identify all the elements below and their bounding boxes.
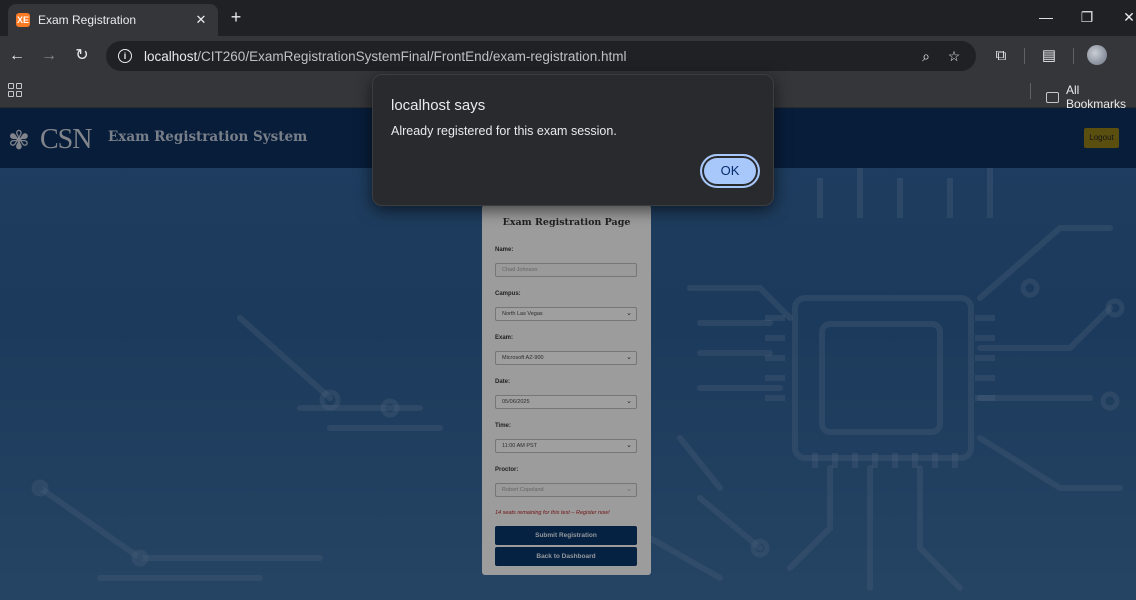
alert-dialog: localhost says Already registered for th… — [372, 74, 774, 206]
window-close-icon[interactable]: ✕ — [1117, 6, 1136, 28]
url-text: localhost/CIT260/ExamRegistrationSystemF… — [144, 48, 627, 64]
toolbar-divider — [1073, 48, 1074, 64]
browser-tab[interactable]: XE Exam Registration ✕ — [8, 4, 218, 36]
avatar[interactable] — [1087, 45, 1107, 65]
all-bookmarks-label: All Bookmarks — [1065, 83, 1126, 111]
address-bar[interactable]: i localhost/CIT260/ExamRegistrationSyste… — [106, 41, 976, 71]
back-arrow-icon[interactable]: ← — [5, 44, 29, 68]
zoom-icon[interactable]: ⌕ — [916, 46, 936, 66]
all-bookmarks-button[interactable]: All Bookmarks — [1046, 83, 1136, 111]
site-info-icon[interactable]: i — [118, 49, 132, 63]
close-icon[interactable]: ✕ — [192, 12, 210, 28]
plus-icon[interactable]: + — [226, 6, 246, 28]
tab-title: Exam Registration — [38, 13, 137, 27]
star-icon[interactable]: ☆ — [944, 46, 964, 66]
tab-strip: XE Exam Registration ✕ + — ❐ ✕ — [0, 0, 1136, 36]
reload-icon[interactable]: ↻ — [70, 44, 94, 68]
dialog-title: localhost says — [391, 97, 486, 114]
forward-arrow-icon[interactable]: → — [37, 44, 61, 68]
restore-icon[interactable]: ❐ — [1075, 6, 1099, 28]
bookmarks-divider — [1030, 83, 1031, 99]
extensions-icon[interactable]: ⧉ — [989, 44, 1013, 68]
tab-favicon-icon: XE — [16, 13, 30, 27]
folder-icon — [1046, 91, 1059, 103]
apps-grid-icon[interactable] — [8, 83, 22, 97]
browser-toolbar: ← → ↻ i localhost/CIT260/ExamRegistratio… — [0, 36, 1136, 76]
dialog-message: Already registered for this exam session… — [391, 124, 617, 138]
minimize-icon[interactable]: — — [1034, 6, 1058, 28]
ok-button[interactable]: OK — [700, 154, 760, 188]
reading-mode-icon[interactable]: ▤ — [1037, 44, 1061, 68]
toolbar-divider — [1024, 48, 1025, 64]
